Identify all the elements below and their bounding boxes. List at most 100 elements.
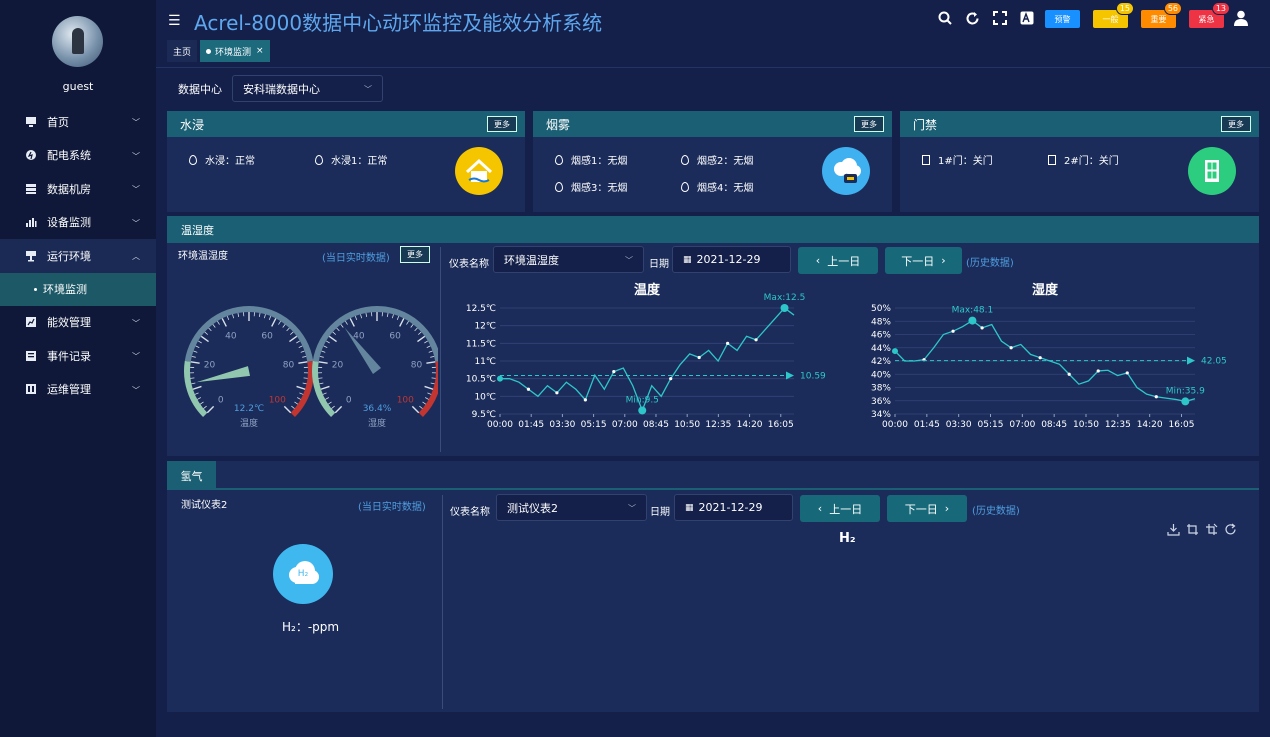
data-point xyxy=(951,329,955,333)
more-button[interactable]: 更多 xyxy=(1221,116,1251,132)
realtime-data-link[interactable]: (当日实时数据) xyxy=(358,498,426,513)
restore-icon[interactable] xyxy=(1224,523,1237,536)
y-tick-label: 11℃ xyxy=(474,357,496,367)
section-title: 温湿度 xyxy=(181,223,214,237)
realtime-data-link[interactable]: (当日实时数据) xyxy=(322,249,390,264)
chevron-right-icon: › xyxy=(944,502,950,515)
chevron-down-icon: ﹀ xyxy=(132,151,140,161)
search-icon[interactable] xyxy=(938,11,952,29)
chevron-left-icon: ‹ xyxy=(817,502,823,515)
avatar[interactable] xyxy=(52,16,103,67)
tab-env-monitor[interactable]: 环境监测 × xyxy=(200,40,270,62)
select-value: 安科瑞数据中心 xyxy=(243,82,320,96)
prev-day-button[interactable]: ‹ 上一日 xyxy=(800,495,880,522)
gauge-tick xyxy=(298,361,308,364)
more-button[interactable]: 更多 xyxy=(400,246,430,263)
user-icon[interactable] xyxy=(1234,10,1248,30)
sidebar-item-environment[interactable]: 运行环境 ︿ xyxy=(0,239,156,273)
start-marker xyxy=(892,348,898,355)
sidebar-item-events[interactable]: 事件记录 ﹀ xyxy=(0,339,156,373)
access-door-icon xyxy=(1188,147,1236,195)
data-point xyxy=(669,377,673,381)
tab-hydrogen[interactable]: 氢气 xyxy=(167,461,216,490)
data-point xyxy=(726,341,730,345)
chart-title: 湿度 xyxy=(1032,282,1059,298)
tab-home[interactable]: 主页 xyxy=(167,40,198,62)
next-day-button[interactable]: 下一日 › xyxy=(885,247,962,274)
door-status: 1#门：关门 xyxy=(938,156,993,167)
gauge-tick xyxy=(424,340,428,344)
chevron-down-icon: ﹀ xyxy=(132,385,140,395)
gauge-tick xyxy=(299,392,304,395)
gauge-tick-label: 40 xyxy=(225,331,237,341)
chevron-down-icon: ﹀ xyxy=(132,118,140,127)
gauge-tick xyxy=(190,377,195,379)
chevron-up-icon: ︿ xyxy=(132,252,140,261)
gauge-tick xyxy=(296,385,306,390)
door-item: 1#门：关门 xyxy=(922,152,993,167)
gauge-tick xyxy=(226,315,230,321)
x-tick-label: 01:45 xyxy=(518,420,544,430)
gauge-tick xyxy=(340,324,344,328)
y-tick-label: 9.5℃ xyxy=(472,410,496,420)
date-label: 日期 xyxy=(650,507,670,518)
sidebar-item-maintenance[interactable]: 运维管理 ﹀ xyxy=(0,373,156,407)
prev-day-button[interactable]: ‹ 上一日 xyxy=(798,247,878,274)
alarm-label: 重要 xyxy=(1150,14,1167,24)
meter-select[interactable]: 环境温湿度 ﹀ xyxy=(493,246,644,273)
max-label: Max:12.5 xyxy=(764,293,806,303)
smoke-item: 烟感1：无烟 xyxy=(555,152,627,167)
meter-select[interactable]: 测试仪表2 ﹀ xyxy=(496,494,647,521)
gauge-tick-label: 60 xyxy=(389,331,401,341)
download-icon[interactable] xyxy=(1167,523,1180,536)
meter-label: 仪表名称 xyxy=(449,259,489,270)
y-tick-label: 12℃ xyxy=(474,322,496,332)
sidebar-item-datacenter[interactable]: 数据机房 ﹀ xyxy=(0,172,156,206)
alarm-important-button[interactable]: 重要 56 xyxy=(1141,2,1182,28)
zoom-reset-icon[interactable] xyxy=(1205,523,1218,536)
more-button[interactable]: 更多 xyxy=(487,116,517,132)
door-icon xyxy=(922,154,930,165)
menu-toggle-icon[interactable]: ☰ xyxy=(168,13,181,29)
water-card: 水浸 更多 水浸：正常 水浸1：正常 xyxy=(167,111,525,212)
gauge-tick xyxy=(282,324,286,328)
gauge-tick xyxy=(427,392,432,395)
app-title: Acrel-8000数据中心动环监控及能效分析系统 xyxy=(194,11,603,35)
date-picker[interactable]: ▦ 2021-12-29 xyxy=(674,494,793,521)
history-data-link[interactable]: (历史数据) xyxy=(972,502,1020,517)
smoke-detector-icon xyxy=(822,147,870,195)
gauge-tick xyxy=(212,324,216,328)
sidebar-item-home[interactable]: 首页 ﹀ xyxy=(0,105,156,139)
close-icon[interactable]: × xyxy=(256,46,264,56)
x-tick-label: 08:45 xyxy=(643,420,669,430)
data-point xyxy=(1125,371,1129,375)
x-tick-label: 05:15 xyxy=(978,420,1004,430)
sidebar-subitem-env-monitor[interactable]: 环境监测 xyxy=(0,272,156,306)
more-button[interactable]: 更多 xyxy=(854,116,884,132)
alarm-warning-button[interactable]: 预警 xyxy=(1045,10,1080,28)
average-arrow xyxy=(1187,356,1195,365)
fullscreen-icon[interactable] xyxy=(993,11,1007,29)
font-size-icon[interactable] xyxy=(1020,11,1034,29)
zoom-icon[interactable] xyxy=(1186,523,1199,536)
gauge-tick xyxy=(334,405,343,414)
gauge-tick xyxy=(320,385,330,390)
gauge-tick xyxy=(198,340,202,344)
gauge-tick xyxy=(191,355,196,358)
alarm-normal-button[interactable]: 一般 15 xyxy=(1093,2,1134,28)
active-dot-icon xyxy=(206,48,211,54)
x-tick-label: 10:50 xyxy=(674,420,700,430)
refresh-icon[interactable] xyxy=(965,11,980,30)
date-picker[interactable]: ▦ 2021-12-29 xyxy=(672,246,791,273)
chart-title: 温度 xyxy=(634,282,661,298)
sidebar-item-power[interactable]: 配电系统 ﹀ xyxy=(0,139,156,173)
history-data-link[interactable]: (历史数据) xyxy=(966,254,1014,269)
alarm-urgent-button[interactable]: 紧急 13 xyxy=(1189,2,1230,28)
door-icon xyxy=(1048,154,1056,165)
datacenter-select[interactable]: 安科瑞数据中心 ﹀ xyxy=(232,75,383,102)
next-day-button[interactable]: 下一日 › xyxy=(887,495,967,522)
y-tick-label: 10.5℃ xyxy=(466,375,496,385)
sidebar-item-device-monitor[interactable]: 设备监测 ﹀ xyxy=(0,206,156,240)
y-tick-label: 36% xyxy=(871,397,891,407)
sidebar-item-energy[interactable]: 能效管理 ﹀ xyxy=(0,306,156,340)
